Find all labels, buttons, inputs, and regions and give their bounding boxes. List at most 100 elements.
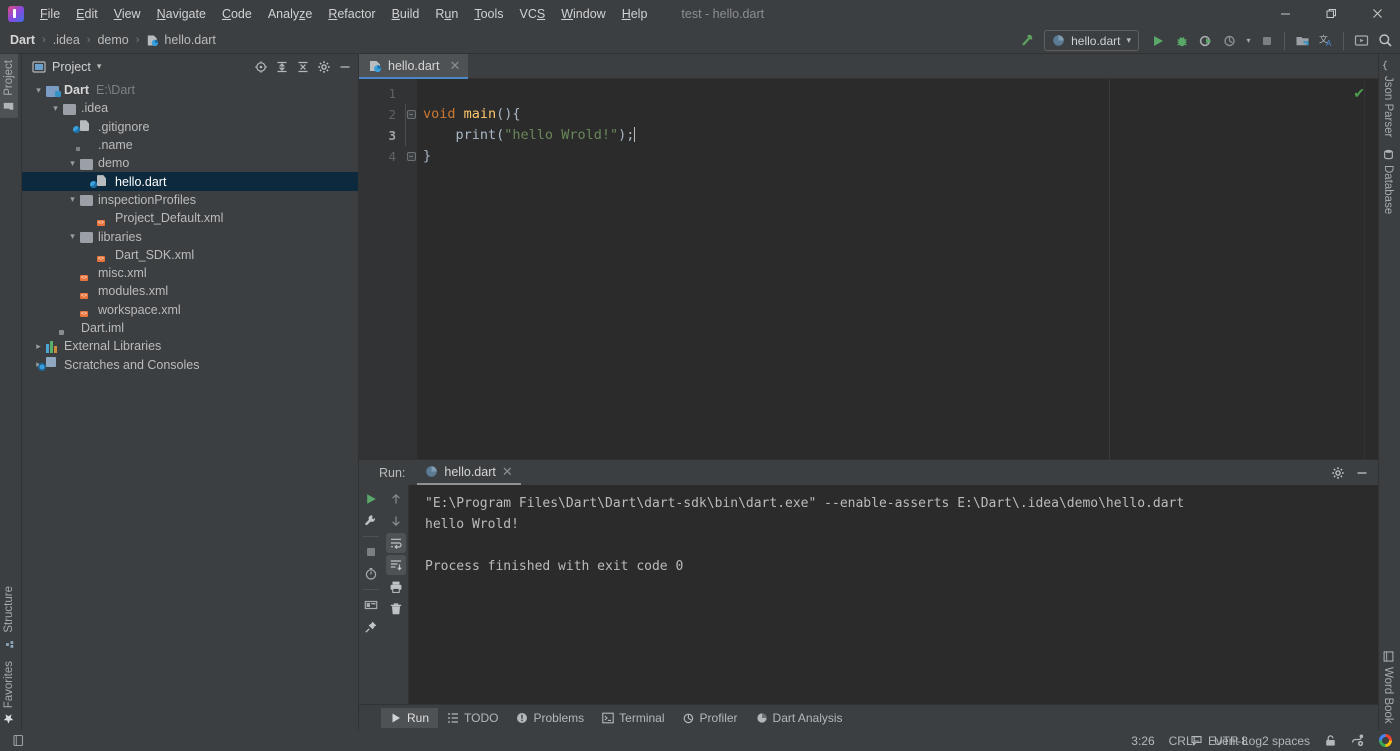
maximize-window-button[interactable] <box>1308 0 1354 27</box>
run-console-output[interactable]: "E:\Program Files\Dart\Dart\dart-sdk\bin… <box>409 485 1378 704</box>
chevron-down-icon[interactable]: ▾ <box>32 85 45 96</box>
project-tree[interactable]: ▾ Dart E:\Dart ▾ .idea .gitignore .name ▾ demo he… <box>22 79 358 730</box>
indent-setting[interactable]: 2 spaces <box>1262 734 1310 748</box>
line-number[interactable]: 1 <box>359 83 405 104</box>
device-manager-icon[interactable] <box>1291 30 1313 52</box>
chevron-down-icon[interactable]: ▾ <box>49 103 62 114</box>
stop-icon[interactable] <box>361 542 381 562</box>
up-arrow-icon[interactable] <box>386 489 406 509</box>
down-arrow-icon[interactable] <box>386 511 406 531</box>
tree-node-.idea[interactable]: ▾ .idea <box>22 99 358 117</box>
timer-icon[interactable] <box>361 564 381 584</box>
lock-icon[interactable] <box>1324 734 1337 747</box>
menu-item-refactor[interactable]: Refactor <box>320 3 383 25</box>
tool-window-tab-database[interactable]: Database <box>1379 143 1397 220</box>
tree-node-scratches-and-consoles[interactable]: ▸ Scratches and Consoles <box>22 355 358 373</box>
project-panel-title-group[interactable]: Project ▾ <box>32 60 101 74</box>
tool-window-tab-structure[interactable]: Structure <box>0 580 18 655</box>
tree-node-modules.xml[interactable]: modules.xml <box>22 282 358 300</box>
fold-toggle-icon[interactable]: − <box>405 146 417 167</box>
rerun-icon[interactable] <box>361 489 381 509</box>
run-tab-hello-dart[interactable]: hello.dart ✕ <box>417 460 521 485</box>
line-number[interactable]: 3 <box>359 125 405 146</box>
error-stripe-marker-bar[interactable]: ✔ <box>1353 79 1378 459</box>
branch-icon[interactable] <box>1351 734 1365 747</box>
clear-all-icon[interactable] <box>386 599 406 619</box>
presentation-icon[interactable] <box>1350 30 1372 52</box>
chevron-down-icon[interactable]: ▾ <box>66 194 79 205</box>
line-number[interactable]: 2 <box>359 104 405 125</box>
tree-node-external-libraries[interactable]: ▸ External Libraries <box>22 337 358 355</box>
fold-toggle-icon[interactable]: − <box>405 104 417 125</box>
minimize-window-button[interactable] <box>1262 0 1308 27</box>
run-configuration-selector[interactable]: hello.dart ▾ <box>1044 30 1139 51</box>
stop-icon[interactable] <box>1256 30 1278 52</box>
expand-all-icon[interactable] <box>272 57 292 77</box>
settings-gear-icon[interactable] <box>1328 463 1348 483</box>
locate-icon[interactable] <box>251 57 271 77</box>
chevron-down-icon[interactable]: ▾ <box>66 231 79 242</box>
bottom-tab-profiler[interactable]: Profiler <box>674 708 747 728</box>
tree-node-demo[interactable]: ▾ demo <box>22 154 358 172</box>
scroll-to-end-icon[interactable] <box>385 555 406 575</box>
build-icon[interactable] <box>1016 30 1038 52</box>
menu-item-help[interactable]: Help <box>614 3 656 25</box>
tree-node-misc.xml[interactable]: misc.xml <box>22 264 358 282</box>
bottom-tab-todo[interactable]: TODO <box>438 708 507 728</box>
line-number[interactable]: 4 <box>359 146 405 167</box>
tree-node-workspace.xml[interactable]: workspace.xml <box>22 301 358 319</box>
tree-node-inspectionprofiles[interactable]: ▾ inspectionProfiles <box>22 191 358 209</box>
tree-node-dart[interactable]: ▾ Dart E:\Dart <box>22 81 358 99</box>
breadcrumb-item--idea[interactable]: .idea <box>53 33 80 47</box>
tool-window-tab-word-book[interactable]: Word Book <box>1379 645 1397 730</box>
tool-window-tab-favorites[interactable]: Favorites <box>0 655 18 730</box>
tree-node-hello.dart[interactable]: hello.dart <box>22 172 358 191</box>
chevron-right-icon[interactable]: ▸ <box>32 341 45 352</box>
tree-node-project-default.xml[interactable]: Project_Default.xml <box>22 209 358 227</box>
collapse-all-icon[interactable] <box>293 57 313 77</box>
menu-item-navigate[interactable]: Navigate <box>149 3 214 25</box>
layout-icon[interactable] <box>361 595 381 615</box>
tree-node-dart.iml[interactable]: Dart.iml <box>22 319 358 337</box>
menu-item-run[interactable]: Run <box>427 3 466 25</box>
status-bar-left-icon[interactable] <box>6 734 25 747</box>
inspection-status-icon[interactable]: ✔ <box>1353 85 1365 102</box>
soft-wrap-icon[interactable] <box>385 533 406 553</box>
chevron-down-icon[interactable]: ▾ <box>66 158 79 169</box>
close-window-button[interactable] <box>1354 0 1400 27</box>
breadcrumb-item-dart[interactable]: Dart <box>10 33 35 47</box>
run-with-coverage-icon[interactable] <box>1195 30 1217 52</box>
tree-node-libraries[interactable]: ▾ libraries <box>22 227 358 245</box>
hide-icon[interactable] <box>335 57 355 77</box>
code-folding-column[interactable]: − − <box>405 79 417 459</box>
settings-gear-icon[interactable] <box>314 57 334 77</box>
menu-item-analyze[interactable]: Analyze <box>260 3 320 25</box>
hide-icon[interactable] <box>1352 463 1372 483</box>
menu-item-window[interactable]: Window <box>553 3 613 25</box>
tool-window-tab-project[interactable]: Project <box>0 54 18 118</box>
bottom-tab-dart-analysis[interactable]: Dart Analysis <box>747 708 852 728</box>
bottom-tab-run[interactable]: Run <box>381 707 439 728</box>
edit-configuration-icon[interactable] <box>361 511 381 531</box>
bottom-tab-problems[interactable]: Problems <box>507 708 593 728</box>
menu-item-view[interactable]: View <box>106 3 149 25</box>
profile-icon[interactable] <box>1219 30 1241 52</box>
print-icon[interactable] <box>386 577 406 597</box>
tool-window-tab-json-parser[interactable]: Json Parser <box>1379 54 1397 143</box>
caret-position[interactable]: 3:26 <box>1131 734 1154 748</box>
pin-icon[interactable] <box>361 617 381 637</box>
code-editor[interactable]: 1234 − − void main(){ print("hello Wrold!… <box>359 79 1378 459</box>
editor-tab-hello-dart[interactable]: hello.dart ✕ <box>359 54 469 79</box>
search-everywhere-icon[interactable] <box>1374 30 1396 52</box>
event-log-button[interactable]: Event Log <box>1190 730 1262 751</box>
tree-node-dart-sdk.xml[interactable]: Dart_SDK.xml <box>22 246 358 264</box>
menu-item-vcs[interactable]: VCS <box>512 3 554 25</box>
breadcrumb-item-demo[interactable]: demo <box>97 33 128 47</box>
close-icon[interactable]: ✕ <box>449 58 460 74</box>
translate-icon[interactable]: 文 A <box>1315 30 1337 52</box>
tree-node-.name[interactable]: .name <box>22 136 358 154</box>
close-icon[interactable]: ✕ <box>502 464 513 480</box>
menu-item-tools[interactable]: Tools <box>466 3 511 25</box>
code-text-area[interactable]: void main(){ print("hello Wrold!");} <box>417 79 1364 459</box>
bottom-tab-terminal[interactable]: Terminal <box>593 708 673 728</box>
